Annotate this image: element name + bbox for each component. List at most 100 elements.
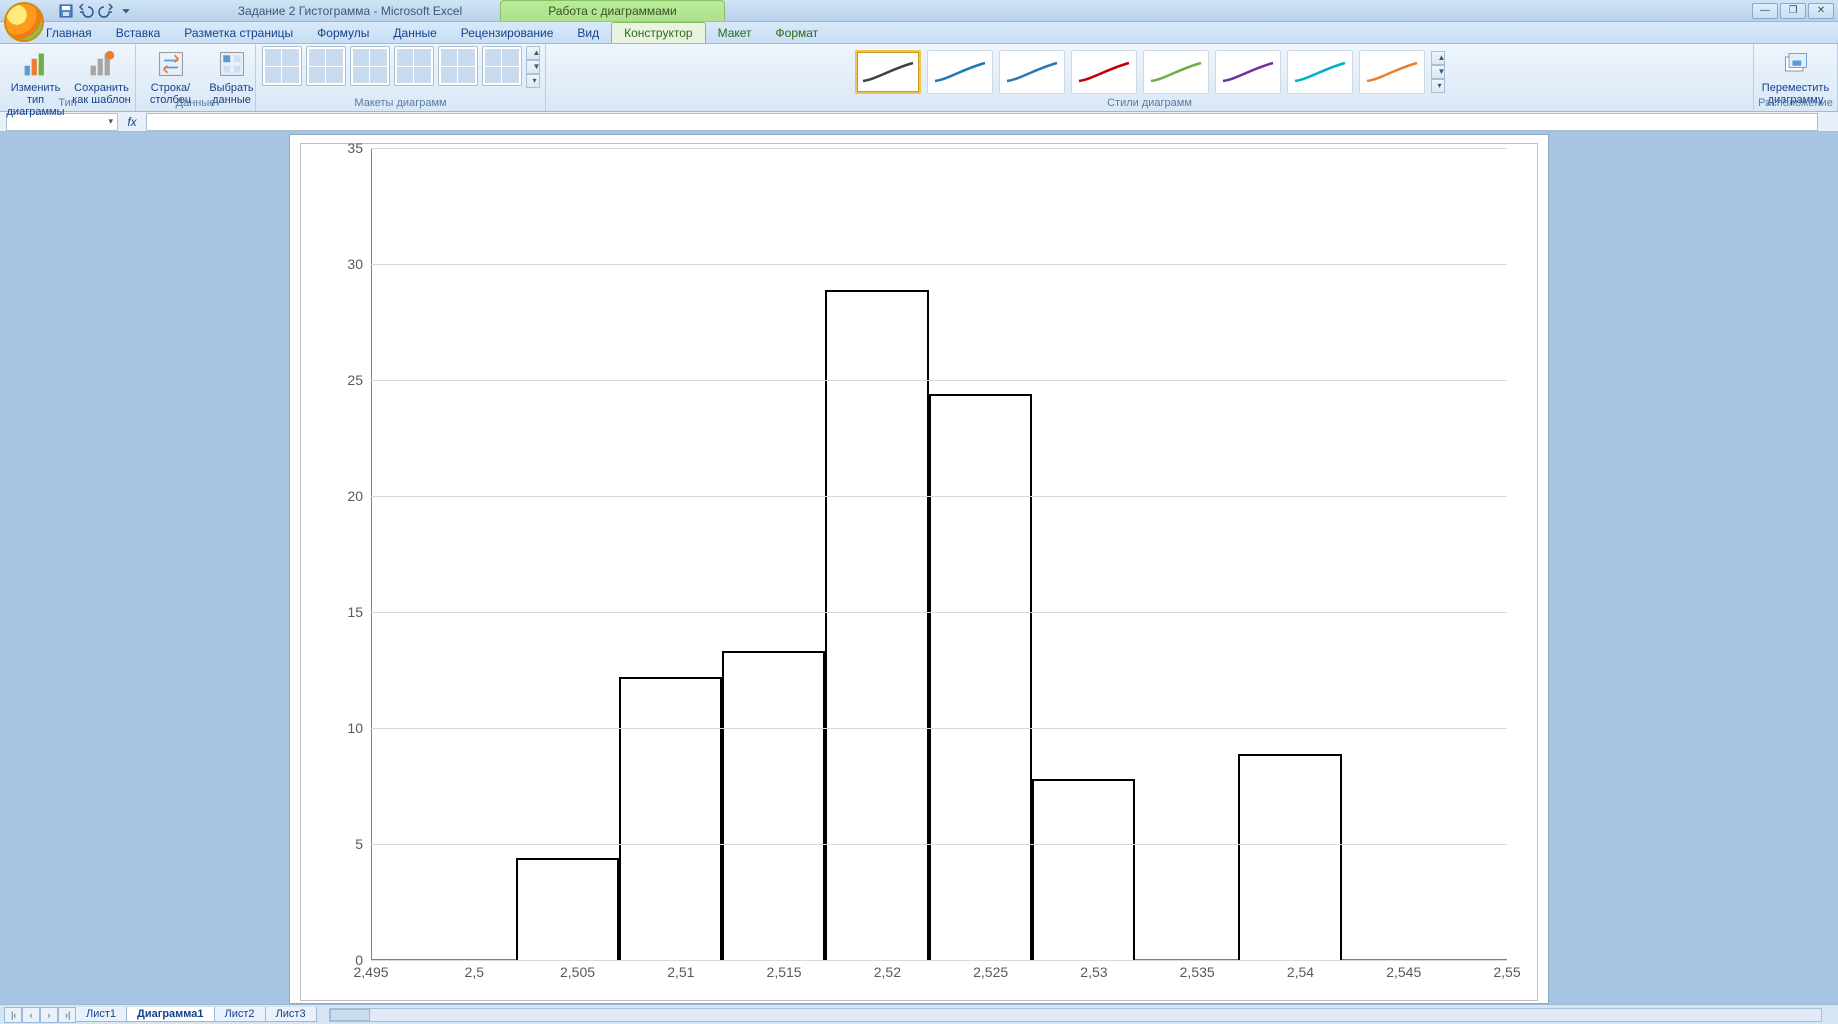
sheet-nav-first[interactable]: |‹ <box>4 1007 22 1023</box>
scrollbar-thumb[interactable] <box>330 1009 370 1021</box>
chart-tools-context-title: Работа с диаграммами <box>500 0 725 21</box>
chart-layout-thumb[interactable] <box>262 46 302 86</box>
tab-formulas[interactable]: Формулы <box>305 23 381 43</box>
redo-icon[interactable] <box>98 3 114 19</box>
tab-data[interactable]: Данные <box>381 23 448 43</box>
chart-style-thumb[interactable] <box>1143 50 1209 94</box>
chart-style-thumb[interactable] <box>1287 50 1353 94</box>
chart-style-thumb[interactable] <box>1071 50 1137 94</box>
spin-down-icon[interactable]: ▼ <box>526 60 540 74</box>
customize-qat-icon[interactable] <box>118 3 134 19</box>
y-tick-label: 35 <box>347 140 363 156</box>
chart-layout-thumb[interactable] <box>482 46 522 86</box>
window-title: Задание 2 Гистограмма - Microsoft Excel <box>220 0 480 21</box>
histogram-bar[interactable] <box>1032 779 1135 960</box>
quick-access-toolbar <box>52 0 140 21</box>
switch-rowcol-icon <box>155 48 187 80</box>
x-tick-label: 2,495 <box>353 964 388 980</box>
chart-style-thumb[interactable] <box>927 50 993 94</box>
y-tick-label: 20 <box>347 488 363 504</box>
sheet-nav-prev[interactable]: ‹ <box>22 1007 40 1023</box>
spin-more-icon[interactable]: ▾ <box>526 74 540 88</box>
x-tick-label: 2,55 <box>1493 964 1520 980</box>
x-tick-label: 2,525 <box>973 964 1008 980</box>
ribbon-group-location-label: Расположение <box>1754 96 1837 110</box>
histogram-bar[interactable] <box>619 677 722 960</box>
sheet-tab[interactable]: Лист3 <box>265 1007 317 1022</box>
ribbon-group-data-label: Данные <box>136 96 255 110</box>
spin-up-icon[interactable]: ▲ <box>526 46 540 60</box>
sheet-nav: |‹ ‹ › ›| <box>4 1007 76 1023</box>
fx-button[interactable]: fx <box>122 115 142 129</box>
x-tick-label: 2,54 <box>1287 964 1314 980</box>
ribbon-tabstrip: Главная Вставка Разметка страницы Формул… <box>0 22 1838 44</box>
ribbon-group-layouts: ▲▼▾ Макеты диаграмм <box>256 44 546 111</box>
worksheet-area: 051015202530352,4952,52,5052,512,5152,52… <box>0 132 1838 1004</box>
y-tick-label: 15 <box>347 604 363 620</box>
chart-layout-thumb[interactable] <box>438 46 478 86</box>
sheet-tabs: Лист1Диаграмма1Лист2Лист3 <box>76 1007 317 1022</box>
histogram-bar[interactable] <box>929 394 1032 960</box>
sheet-tab-bar: |‹ ‹ › ›| Лист1Диаграмма1Лист2Лист3 <box>0 1004 1838 1024</box>
tab-review[interactable]: Рецензирование <box>449 23 566 43</box>
x-tick-label: 2,515 <box>767 964 802 980</box>
tab-layout[interactable]: Макет <box>706 23 764 43</box>
chart-gridline <box>371 960 1507 961</box>
horizontal-scrollbar[interactable] <box>329 1008 1822 1022</box>
y-tick-label: 5 <box>355 836 363 852</box>
tab-design[interactable]: Конструктор <box>611 22 705 43</box>
sheet-tab[interactable]: Диаграмма1 <box>126 1007 215 1022</box>
move-chart-icon <box>1780 48 1812 80</box>
office-button[interactable] <box>4 2 44 42</box>
chart-style-spin[interactable]: ▲▼▾ <box>1431 51 1445 93</box>
histogram-bar[interactable] <box>825 290 928 960</box>
tab-format[interactable]: Формат <box>764 23 831 43</box>
tab-insert[interactable]: Вставка <box>104 23 173 43</box>
chart-style-thumb[interactable] <box>1215 50 1281 94</box>
ribbon-group-location: Переместить диаграмму Расположение <box>1754 44 1838 111</box>
bar-chart-icon <box>20 48 52 80</box>
chart-layout-spin[interactable]: ▲▼▾ <box>526 46 540 88</box>
x-tick-label: 2,505 <box>560 964 595 980</box>
chart-object[interactable]: 051015202530352,4952,52,5052,512,5152,52… <box>300 143 1538 1001</box>
spin-down-icon[interactable]: ▼ <box>1431 65 1445 79</box>
chart-gridline <box>371 728 1507 729</box>
tab-home[interactable]: Главная <box>34 23 104 43</box>
close-button[interactable]: ✕ <box>1808 3 1834 19</box>
spin-up-icon[interactable]: ▲ <box>1431 51 1445 65</box>
restore-button[interactable]: ❐ <box>1780 3 1806 19</box>
sheet-tab[interactable]: Лист1 <box>75 1007 127 1022</box>
chart-style-thumb[interactable] <box>855 50 921 94</box>
chart-style-thumb[interactable] <box>999 50 1065 94</box>
tab-page-layout[interactable]: Разметка страницы <box>172 23 305 43</box>
x-tick-label: 2,52 <box>874 964 901 980</box>
chevron-down-icon[interactable]: ▾ <box>108 116 113 127</box>
y-tick-label: 30 <box>347 256 363 272</box>
sheet-nav-last[interactable]: ›| <box>58 1007 76 1023</box>
histogram-bar[interactable] <box>516 858 619 960</box>
undo-icon[interactable] <box>78 3 94 19</box>
chart-layout-thumb[interactable] <box>350 46 390 86</box>
tab-view[interactable]: Вид <box>565 23 611 43</box>
histogram-bar[interactable] <box>722 651 825 960</box>
minimize-button[interactable]: — <box>1752 3 1778 19</box>
select-data-icon <box>216 48 248 80</box>
ribbon: Изменить тип диаграммы Сохранить как шаб… <box>0 44 1838 112</box>
y-tick-label: 25 <box>347 372 363 388</box>
formula-input[interactable] <box>146 113 1818 131</box>
sheet-nav-next[interactable]: › <box>40 1007 58 1023</box>
save-icon[interactable] <box>58 3 74 19</box>
template-chart-icon <box>86 48 118 80</box>
spin-more-icon[interactable]: ▾ <box>1431 79 1445 93</box>
chart-layout-thumb[interactable] <box>394 46 434 86</box>
x-tick-label: 2,53 <box>1080 964 1107 980</box>
x-tick-label: 2,51 <box>667 964 694 980</box>
sheet-tab[interactable]: Лист2 <box>214 1007 266 1022</box>
histogram-bar[interactable] <box>1238 754 1341 960</box>
chart-style-thumb[interactable] <box>1359 50 1425 94</box>
chart-layout-thumb[interactable] <box>306 46 346 86</box>
chart-gridline <box>371 496 1507 497</box>
ribbon-group-layouts-label: Макеты диаграмм <box>256 96 545 110</box>
chart-plot-area[interactable]: 051015202530352,4952,52,5052,512,5152,52… <box>371 148 1507 960</box>
chart-bars <box>371 148 1507 960</box>
